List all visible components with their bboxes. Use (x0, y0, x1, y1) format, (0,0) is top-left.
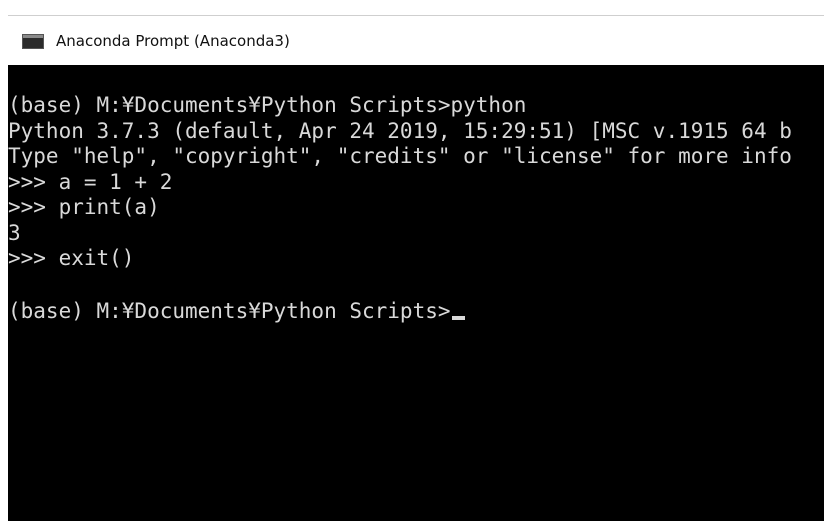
console-icon (22, 34, 44, 49)
console-line: >>> print(a) (8, 195, 160, 219)
console-line: 3 (8, 220, 21, 245)
console-line: Type "help", "copyright", "credits" or "… (8, 144, 792, 168)
title-bar[interactable]: Anaconda Prompt (Anaconda3) (8, 15, 824, 65)
console-line: >>> exit() (8, 246, 135, 270)
text-cursor (451, 315, 465, 320)
console-output: (base) M:¥Documents¥Python Scripts>pytho… (8, 93, 792, 324)
console-line: Python 3.7.3 (default, Apr 24 2019, 15:2… (8, 118, 792, 143)
window-title: Anaconda Prompt (Anaconda3) (56, 32, 290, 50)
console-line: (base) M:¥Documents¥Python Scripts>pytho… (8, 93, 527, 117)
console-prompt-line[interactable]: (base) M:¥Documents¥Python Scripts> (8, 299, 792, 325)
console-area[interactable]: (base) M:¥Documents¥Python Scripts>pytho… (8, 65, 824, 521)
anaconda-prompt-window: Anaconda Prompt (Anaconda3) (base) M:¥Do… (0, 0, 824, 521)
window-left-frame (0, 0, 8, 521)
console-line: >>> a = 1 + 2 (8, 169, 173, 194)
console-prompt: (base) M:¥Documents¥Python Scripts> (8, 298, 451, 323)
